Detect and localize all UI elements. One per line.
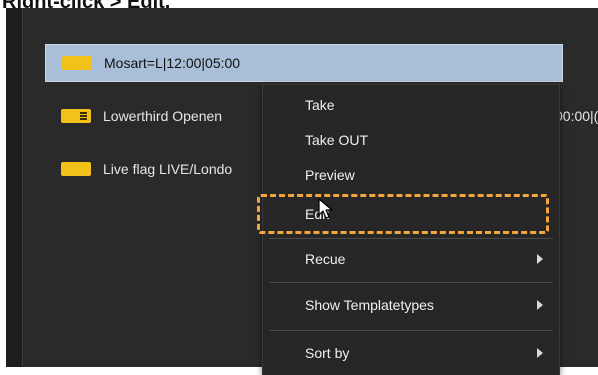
edit-highlight-box (257, 194, 549, 234)
menu-separator (269, 282, 553, 283)
menu-separator (269, 238, 553, 239)
submenu-arrow-icon (537, 300, 543, 310)
menu-item-label: Take (305, 97, 335, 113)
menu-item-take-out[interactable]: Take OUT (263, 123, 559, 157)
menu-item-recue[interactable]: Recue (263, 242, 559, 276)
menu-item-preview[interactable]: Preview (263, 158, 559, 192)
mouse-cursor-icon (318, 198, 333, 219)
menu-item-label: Show Templatetypes (305, 297, 434, 313)
template-swatch-lines-icon (61, 109, 91, 123)
submenu-arrow-icon (537, 348, 543, 358)
table-row[interactable]: Mosart=L|12:00|05:00 (45, 44, 563, 82)
table-row[interactable]: Lowerthird Openen (45, 97, 281, 135)
template-swatch-icon (62, 56, 92, 70)
menu-item-label: Preview (305, 167, 355, 183)
context-menu: Take Take OUT Preview Edit Recue Show Te… (257, 84, 560, 375)
menu-item-take[interactable]: Take (263, 88, 559, 122)
menu-item-label: Take OUT (305, 132, 369, 148)
row-label: Lowerthird Openen (103, 108, 223, 124)
row-trailing-text: 00:00|( (555, 108, 598, 124)
menu-separator (269, 330, 553, 331)
menu-item-sort-by[interactable]: Sort by (263, 336, 559, 370)
table-row[interactable]: Live flag LIVE/Londo (45, 150, 281, 188)
template-swatch-icon (61, 162, 91, 176)
row-label: Live flag LIVE/Londo (103, 161, 233, 177)
menu-item-show-templatetypes[interactable]: Show Templatetypes (263, 288, 559, 322)
menu-item-label: Sort by (305, 345, 350, 361)
app-window: Mosart=L|12:00|05:00 Lowerthird Openen 0… (6, 8, 598, 375)
row-label: Mosart=L|12:00|05:00 (104, 55, 241, 71)
menu-item-label: Recue (305, 251, 346, 267)
submenu-arrow-icon (537, 254, 543, 264)
